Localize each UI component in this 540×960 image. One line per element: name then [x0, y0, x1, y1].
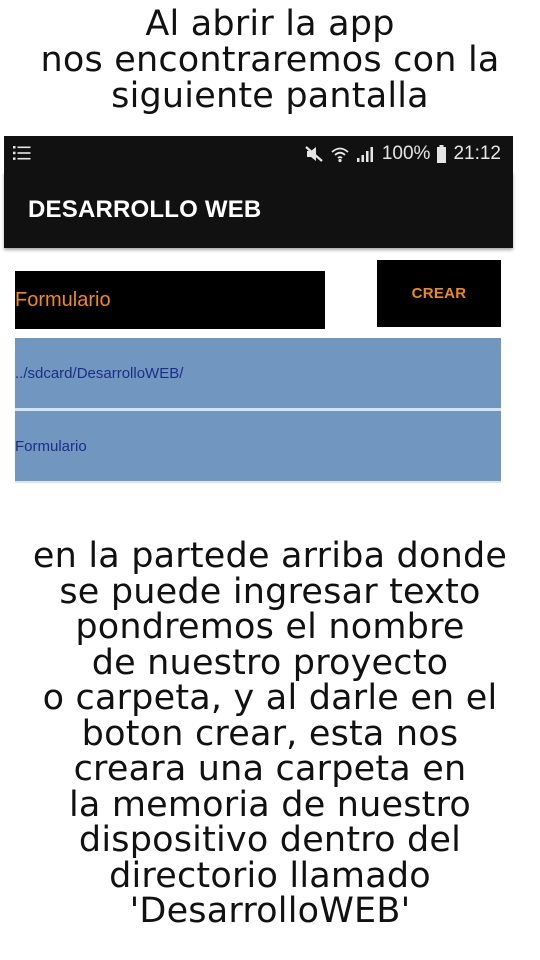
- phone-screenshot: 100% 21:12 DESARROLLO WEB CREAR ../sdcar…: [4, 136, 513, 492]
- status-bar: 100% 21:12: [4, 136, 513, 172]
- create-button[interactable]: CREAR: [377, 260, 501, 327]
- app-title: DESARROLLO WEB: [28, 196, 262, 223]
- signal-icon: [356, 147, 373, 162]
- list-bottom-divider: [15, 481, 501, 483]
- tutorial-page: Al abrir la app nos encontraremos con la…: [0, 0, 540, 960]
- mute-icon: [305, 146, 323, 162]
- folder-list: ../sdcard/DesarrolloWEB/ Formulario: [15, 338, 501, 483]
- list-item-path[interactable]: ../sdcard/DesarrolloWEB/: [15, 338, 501, 408]
- caption-bottom: en la partede arriba donde se puede ingr…: [32, 536, 508, 931]
- wifi-icon: [331, 147, 349, 163]
- battery-icon: [437, 145, 447, 163]
- list-item-folder[interactable]: Formulario: [15, 411, 501, 481]
- project-name-input[interactable]: [15, 271, 325, 329]
- caption-top: Al abrir la app nos encontraremos con la…: [40, 4, 500, 116]
- menu-icon: [13, 146, 31, 160]
- project-name-field[interactable]: [15, 271, 325, 329]
- status-icons: 100% 21:12: [304, 142, 501, 166]
- battery-percent: 100%: [381, 143, 431, 164]
- app-bar: DESARROLLO WEB: [4, 172, 513, 248]
- status-time: 21:12: [453, 143, 501, 164]
